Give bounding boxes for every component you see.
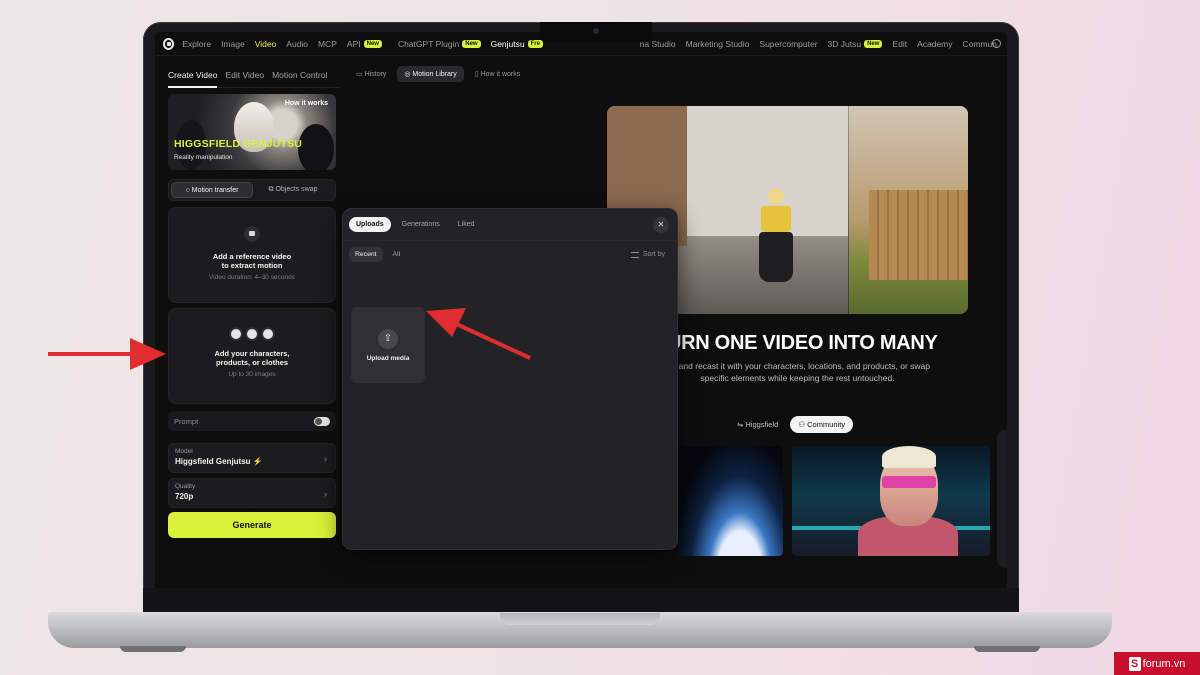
- quality-select[interactable]: Quality 720p ›: [168, 478, 336, 508]
- motion-transfer-label: Motion transfer: [191, 187, 239, 194]
- watermark-text: forum.vn: [1142, 657, 1186, 670]
- close-icon[interactable]: ✕: [653, 217, 669, 233]
- nav-audio[interactable]: Audio: [286, 39, 308, 49]
- model-label: Model: [175, 448, 193, 455]
- reference-title: Add a reference video to extract motion: [212, 252, 292, 270]
- tab-generations[interactable]: Generations: [395, 217, 447, 232]
- laptop-foot: [974, 646, 1040, 652]
- nav-image[interactable]: Image: [221, 39, 245, 49]
- nav-explore[interactable]: Explore: [182, 39, 211, 49]
- nav-academy[interactable]: Academy: [917, 39, 952, 49]
- quality-value: 720p: [175, 492, 194, 501]
- nav-video[interactable]: Video: [255, 39, 277, 49]
- nav-chatgpt-plugin[interactable]: ChatGPT Plugin New: [398, 39, 481, 49]
- cloud-upload-icon: ⇧: [378, 329, 398, 349]
- nav-genjutsu-label: Genjutsu: [490, 38, 525, 49]
- genjutsu-hero-banner[interactable]: How it works HIGGSFIELD GENJUTSU Reality…: [168, 94, 336, 170]
- tab-edit-video[interactable]: Edit Video: [225, 66, 264, 84]
- left-panel: Create Video Edit Video Motion Control H…: [168, 62, 340, 552]
- headline: URN ONE VIDEO INTO MANY: [667, 332, 938, 354]
- sort-icon: [630, 251, 639, 258]
- chevron-right-icon: ›: [324, 454, 327, 464]
- nav-chatgpt-label: ChatGPT Plugin: [397, 38, 460, 49]
- chevron-right-icon: ›: [324, 489, 327, 499]
- nav-genjutsu[interactable]: Genjutsu Fre: [491, 39, 543, 49]
- sort-by-button[interactable]: Sort by: [630, 251, 665, 258]
- objects-swap-button[interactable]: ⧉ Objects swap: [253, 182, 333, 198]
- prompt-toggle[interactable]: [314, 416, 330, 426]
- hero-subtitle: Reality manipulation: [174, 154, 233, 161]
- mode-toggle: ○ Motion transfer ⧉ Objects swap: [168, 179, 336, 201]
- source-pills: ⇋ Higgsfield ⚇ Community: [729, 416, 857, 433]
- tab-create-video[interactable]: Create Video: [168, 66, 218, 88]
- motion-transfer-button[interactable]: ○ Motion transfer: [171, 182, 253, 198]
- upload-media-button[interactable]: ⇧ Upload media: [351, 307, 425, 383]
- gallery-item-earth[interactable]: [675, 446, 783, 556]
- logo-icon[interactable]: [163, 37, 175, 50]
- tab-history[interactable]: ▭ History: [349, 66, 393, 82]
- tab-motion-library[interactable]: ◎ Motion Library: [397, 66, 464, 82]
- hero-title: HIGGSFIELD GENJUTSU: [174, 138, 303, 150]
- characters-title: Add your characters, products, or clothes: [214, 349, 290, 367]
- filter-recent[interactable]: Recent: [349, 247, 383, 262]
- media-picker-modal: Uploads Generations Liked ✕ Recent All S…: [342, 208, 678, 550]
- dancer-figure: [757, 188, 795, 298]
- new-badge: New: [864, 39, 883, 48]
- laptop-base-notch: [500, 613, 660, 625]
- pill-higgsfield[interactable]: ⇋ Higgsfield: [729, 416, 786, 433]
- clothes-icon: [245, 327, 259, 341]
- character-icon: [229, 327, 243, 341]
- prompt-row[interactable]: Prompt: [168, 411, 336, 431]
- quality-label: Quality: [175, 483, 196, 490]
- search-icon[interactable]: [992, 39, 1001, 48]
- nav-3d-jutsu[interactable]: 3D Jutsu New: [828, 39, 883, 49]
- laptop-chin: [143, 588, 1019, 614]
- nav-edit[interactable]: Edit: [892, 39, 907, 49]
- new-badge: New: [363, 39, 382, 48]
- subline: ion and recast it with your characters, …: [664, 361, 931, 383]
- nav-supercomputer[interactable]: Supercomputer: [759, 39, 817, 49]
- reference-video-dropzone[interactable]: Add a reference video to extract motion V…: [168, 207, 336, 303]
- how-it-works-link[interactable]: How it works: [285, 100, 328, 107]
- model-value: Higgsfield Genjutsu ⚡: [175, 457, 263, 466]
- laptop-foot: [120, 646, 186, 652]
- generate-button[interactable]: Generate: [168, 512, 336, 538]
- forum-watermark: Sforum.vn: [1114, 652, 1200, 675]
- asset-icons: [169, 327, 335, 341]
- nav-marketing-studio[interactable]: Marketing Studio: [686, 39, 750, 49]
- camera-notch: [540, 22, 652, 42]
- nav-api[interactable]: API New: [347, 39, 382, 49]
- objects-swap-label: Objects swap: [275, 186, 318, 193]
- model-select[interactable]: Model Higgsfield Genjutsu ⚡ ›: [168, 443, 336, 473]
- side-panel-peek[interactable]: [997, 430, 1007, 568]
- upload-media-label: Upload media: [366, 355, 410, 362]
- product-icon: [261, 327, 275, 341]
- tab-uploads[interactable]: Uploads: [349, 217, 391, 232]
- filter-row: Recent All: [349, 247, 410, 262]
- pill-community[interactable]: ⚇ Community: [790, 416, 854, 433]
- tab-motion-control[interactable]: Motion Control: [272, 66, 327, 84]
- characters-hint: Up to 30 images: [228, 371, 276, 378]
- new-badge: New: [462, 39, 481, 48]
- filter-all[interactable]: All: [387, 247, 407, 262]
- gallery-item-portrait[interactable]: [792, 446, 990, 556]
- main-tabs: ▭ History ◎ Motion Library ▯ How it work…: [349, 66, 531, 82]
- nav-mcp[interactable]: MCP: [318, 39, 337, 49]
- nav-3d-label: 3D Jutsu: [827, 38, 862, 49]
- modal-tabs: Uploads Generations Liked: [349, 217, 486, 232]
- screen: Explore Image Video Audio MCP API New Cha…: [155, 32, 1007, 588]
- tab-liked[interactable]: Liked: [451, 217, 482, 232]
- characters-dropzone[interactable]: Add your characters, products, or clothes…: [168, 308, 336, 404]
- create-tabs: Create Video Edit Video Motion Control: [168, 62, 340, 88]
- watermark-logo: S: [1128, 656, 1141, 671]
- tab-how-it-works[interactable]: ▯ How it works: [468, 66, 527, 82]
- nav-api-label: API: [346, 38, 361, 49]
- free-badge: Fre: [527, 39, 543, 48]
- video-icon: [244, 226, 260, 242]
- reference-hint: Video duration: 4–30 seconds: [209, 274, 295, 281]
- prompt-label: Prompt: [174, 416, 199, 426]
